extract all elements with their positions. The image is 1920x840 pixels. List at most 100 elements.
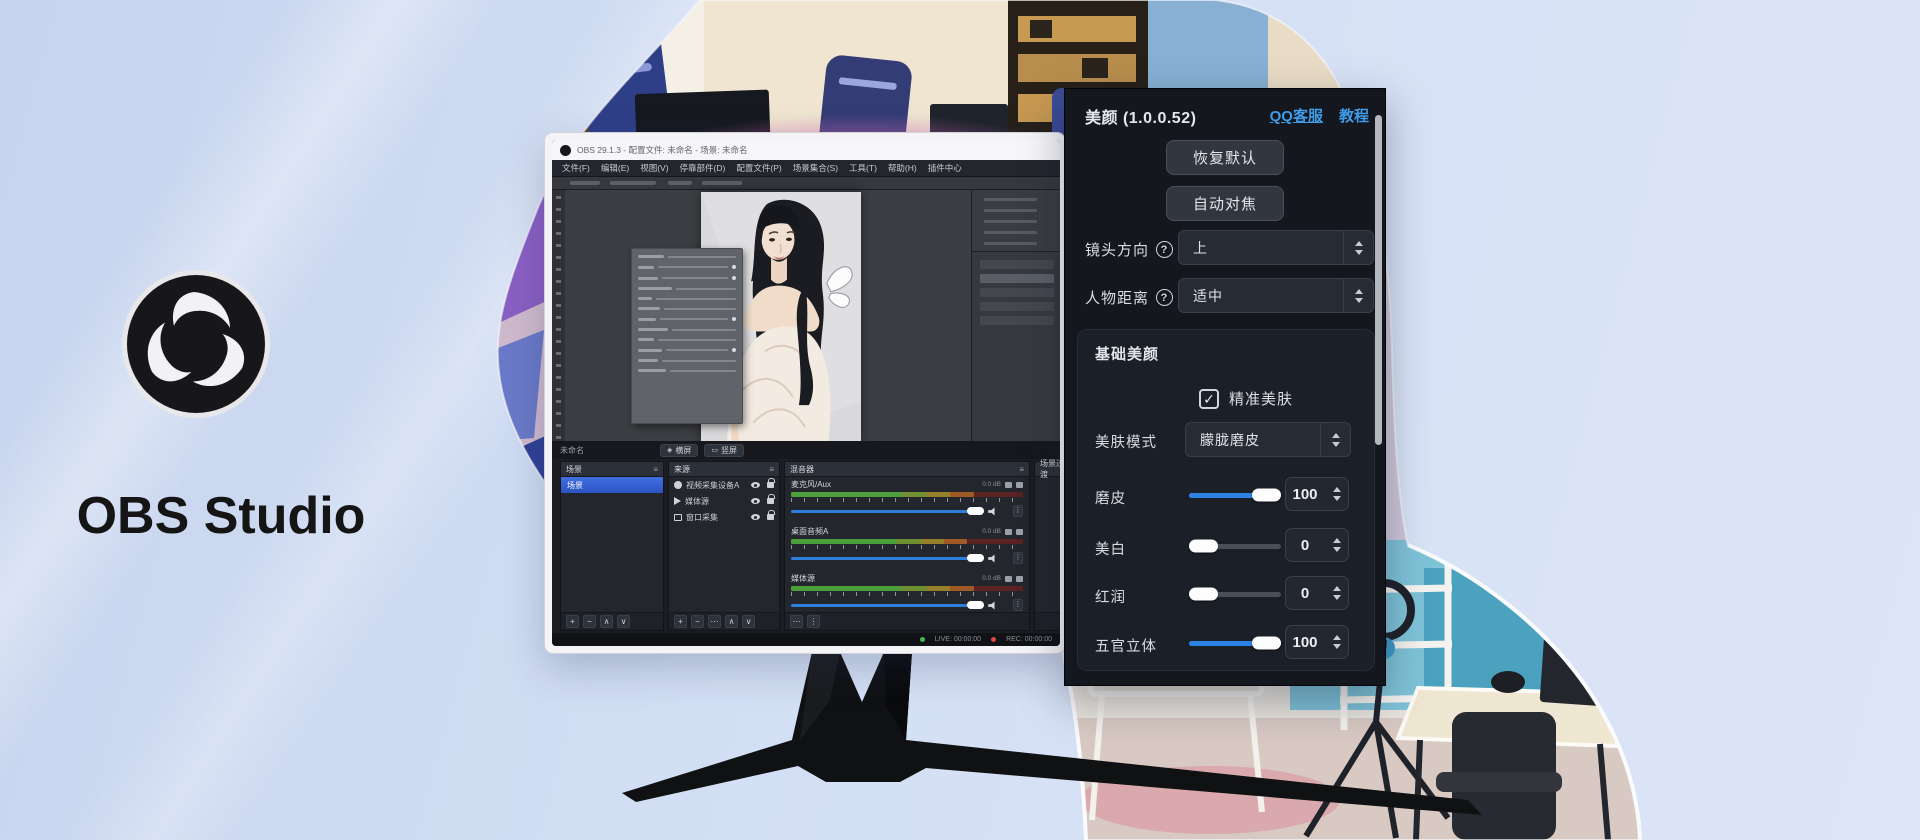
rec-status-dot [991, 637, 996, 642]
lock-icon[interactable] [767, 514, 774, 520]
select-chevrons-icon[interactable] [1343, 279, 1373, 312]
mixer-filters-button[interactable]: ⋯ [790, 615, 803, 628]
panel-scrollbar[interactable] [1375, 115, 1382, 445]
person-distance-select[interactable]: 适中 [1178, 278, 1374, 313]
slider-handle[interactable] [1189, 539, 1218, 552]
basic-beauty-section: 基础美颜 ✓ 精准美肤 美肤模式 朦胧磨皮 磨皮 100 美白 [1077, 329, 1375, 671]
menu-scene-collection[interactable]: 场景集合(S) [793, 162, 838, 174]
channel-options-button[interactable]: ⋮ [1013, 505, 1023, 517]
face-3d-slider[interactable] [1189, 636, 1281, 649]
volume-slider[interactable]: ⋮ [791, 599, 1023, 611]
dock-menu-icon[interactable]: ≡ [769, 465, 774, 474]
menu-file[interactable]: 文件(F) [562, 162, 590, 174]
editor-toolbar [552, 177, 1060, 190]
source-down-button[interactable]: ∨ [742, 615, 755, 628]
help-icon[interactable]: ? [1156, 289, 1173, 306]
source-up-button[interactable]: ∧ [725, 615, 738, 628]
add-source-button[interactable]: + [674, 615, 687, 628]
channel-options-button[interactable]: ⋮ [1013, 599, 1023, 611]
editor-preview-area [552, 177, 1060, 441]
live-time: LIVE: 00:00:00 [935, 636, 981, 643]
source-item[interactable]: 媒体源 [669, 493, 779, 509]
person-distance-row: 人物距离 ? [1085, 287, 1173, 308]
autofocus-button[interactable]: 自动对焦 [1166, 186, 1284, 221]
window-source-icon [674, 514, 682, 521]
slider-handle[interactable] [1189, 587, 1218, 600]
visibility-icon[interactable] [751, 498, 760, 504]
panel-title: 美颜 (1.0.0.52) [1085, 104, 1196, 128]
tab-portrait[interactable]: ▭竖屏 [704, 444, 744, 457]
mixer-advanced-button[interactable]: ⋮ [807, 615, 820, 628]
visibility-icon[interactable] [751, 482, 760, 488]
source-item[interactable]: 窗口采集 [669, 509, 779, 525]
scenes-dock: 场景≡ 场景 + − ∧ ∨ [560, 461, 664, 631]
face-3d-value[interactable]: 100 [1285, 625, 1349, 659]
stepper-icon[interactable] [1333, 626, 1341, 658]
volume-handle[interactable] [967, 601, 984, 609]
dock-menu-icon[interactable]: ≡ [1019, 465, 1024, 474]
speaker-icon[interactable] [988, 554, 997, 563]
audio-mixer-dock: 混音器≡ 麦克风/Aux0.0 dB ⋮ 桌面音频A0.0 dB ⋮ [784, 461, 1030, 631]
restore-default-button[interactable]: 恢复默认 [1166, 140, 1284, 175]
volume-slider[interactable]: ⋮ [791, 505, 1023, 517]
qq-support-link[interactable]: QQ客服 [1270, 105, 1323, 126]
channel-options-button[interactable]: ⋮ [1013, 552, 1023, 564]
add-scene-button[interactable]: + [566, 615, 579, 628]
lock-icon[interactable] [767, 498, 774, 504]
rosy-value[interactable]: 0 [1285, 576, 1349, 610]
whitening-value[interactable]: 0 [1285, 528, 1349, 562]
scene-item-selected[interactable]: 场景 [561, 477, 663, 493]
speaker-icon[interactable] [988, 507, 997, 516]
scene-up-button[interactable]: ∧ [600, 615, 613, 628]
settings-icon[interactable] [1016, 576, 1023, 582]
dock-menu-icon[interactable]: ≡ [653, 465, 658, 474]
portrait-icon: ▭ [711, 446, 718, 454]
remove-scene-button[interactable]: − [583, 615, 596, 628]
menu-view[interactable]: 视图(V) [640, 162, 668, 174]
source-item[interactable]: 视频采集设备A [669, 477, 779, 493]
visibility-icon[interactable] [751, 514, 760, 520]
volume-handle[interactable] [967, 554, 984, 562]
menu-plugin-center[interactable]: 插件中心 [928, 162, 962, 174]
source-properties-button[interactable]: ⋯ [708, 615, 721, 628]
checkbox-label: 精准美肤 [1229, 388, 1293, 409]
slider-handle[interactable] [1252, 488, 1281, 501]
stepper-icon[interactable] [1333, 529, 1341, 561]
speaker-icon[interactable] [988, 601, 997, 610]
menu-profile[interactable]: 配置文件(P) [736, 162, 781, 174]
tab-landscape[interactable]: ◈横屏 [660, 444, 698, 457]
skin-mode-select[interactable]: 朦胧磨皮 [1185, 422, 1351, 457]
mute-icon[interactable] [1005, 576, 1012, 582]
menu-tools[interactable]: 工具(T) [849, 162, 877, 174]
canvas-area [565, 190, 971, 441]
whitening-slider[interactable] [1189, 539, 1281, 552]
lock-icon[interactable] [767, 482, 774, 488]
menu-docks[interactable]: 停靠部件(D) [680, 162, 726, 174]
window-title: OBS 29.1.3 - 配置文件: 未命名 - 场景: 未命名 [577, 144, 748, 156]
tutorial-link[interactable]: 教程 [1339, 105, 1369, 126]
scene-down-button[interactable]: ∨ [617, 615, 630, 628]
volume-handle[interactable] [967, 507, 984, 515]
mute-icon[interactable] [1005, 482, 1012, 488]
menu-help[interactable]: 帮助(H) [888, 162, 917, 174]
slider-handle[interactable] [1252, 636, 1281, 649]
sources-dock: 来源≡ 视频采集设备A 媒体源 窗口采集 + − ⋯ ∧ ∨ [668, 461, 780, 631]
lens-direction-select[interactable]: 上 [1178, 230, 1374, 265]
select-chevrons-icon[interactable] [1343, 231, 1373, 264]
help-icon[interactable]: ? [1156, 241, 1173, 258]
mute-icon[interactable] [1005, 529, 1012, 535]
stepper-icon[interactable] [1333, 478, 1341, 510]
rosy-slider[interactable] [1189, 587, 1281, 600]
stepper-icon[interactable] [1333, 577, 1341, 609]
smoothing-value[interactable]: 100 [1285, 477, 1349, 511]
menu-edit[interactable]: 编辑(E) [601, 162, 629, 174]
remove-source-button[interactable]: − [691, 615, 704, 628]
settings-icon[interactable] [1016, 529, 1023, 535]
smoothing-slider[interactable] [1189, 488, 1281, 501]
settings-icon[interactable] [1016, 482, 1023, 488]
meter-ticks [791, 498, 1023, 502]
volume-slider[interactable]: ⋮ [791, 552, 1023, 564]
filter-settings-dialog[interactable] [631, 248, 743, 424]
select-chevrons-icon[interactable] [1320, 423, 1350, 456]
precise-skin-checkbox[interactable]: ✓ [1199, 389, 1219, 409]
